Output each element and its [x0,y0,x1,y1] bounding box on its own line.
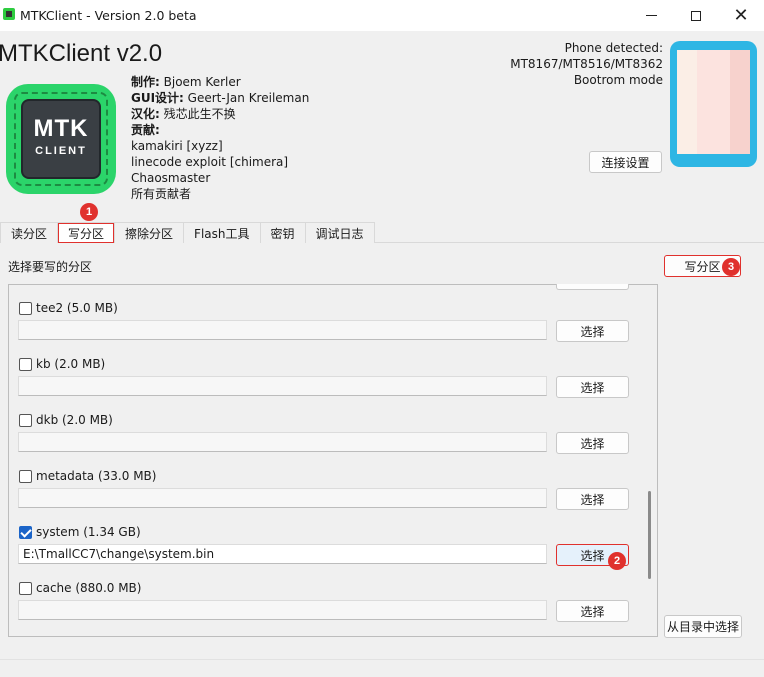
partition-path-input[interactable] [18,432,547,452]
phone-icon [670,41,757,167]
logo-text-client: CLIENT [35,145,87,157]
credit-line: Chaosmaster [131,171,211,185]
partition-path-input[interactable] [18,600,547,620]
partition-checkbox[interactable] [19,470,32,483]
partition-checkbox[interactable] [19,358,32,371]
partition-name: system (1.34 GB) [36,525,141,539]
partition-name: dkb (2.0 MB) [36,413,113,427]
partition-path-input[interactable] [18,320,547,340]
partition-row: system (1.34 GB) E:\TmallCC7\change\syst… [9,525,649,582]
app-icon [3,8,15,20]
partition-name: metadata (33.0 MB) [36,469,157,483]
maximize-button[interactable] [673,0,719,31]
partition-checkbox[interactable] [19,302,32,315]
minimize-icon [645,15,657,16]
logo-chip: MTK CLIENT [23,101,99,177]
tab-keys[interactable]: 密钥 [259,222,306,243]
select-partition-label: 选择要写的分区 [8,260,93,274]
select-file-button[interactable]: 选择 [556,376,629,398]
credit-line: 贡献: [131,123,160,137]
tab-read-partition[interactable]: 读分区 [0,222,59,243]
partition-path-input[interactable] [18,376,547,396]
partition-name: tee2 (5.0 MB) [36,301,118,315]
scrollbar-thumb[interactable] [648,491,651,579]
annotation-badge: 2 [608,552,626,570]
credit-line: 汉化: 残芯此生不换 [131,107,236,121]
select-file-button[interactable]: 选择 [556,488,629,510]
credit-line: 制作: Bjoem Kerler [131,75,241,89]
close-icon: ✕ [733,4,749,26]
credits-list: 制作: Bjoem Kerler GUI设计: Geert-Jan Kreile… [131,74,309,202]
phone-detected-label: Phone detected: [564,41,663,55]
annotation-badge: 3 [722,258,740,276]
connect-settings-button[interactable]: 连接设置 [589,151,662,173]
select-file-button[interactable]: 选择 [556,320,629,342]
partition-checkbox[interactable] [19,414,32,427]
credit-line: linecode exploit [chimera] [131,155,289,169]
device-mode: Bootrom mode [573,73,663,87]
minimize-button[interactable] [628,0,674,31]
annotation-badge: 1 [80,203,98,221]
partition-path-input[interactable] [18,488,547,508]
partition-row: metadata (33.0 MB) 选择 [9,469,649,526]
partition-path-input[interactable]: E:\TmallCC7\change\system.bin [18,544,547,564]
select-from-directory-button[interactable]: 从目录中选择 [664,615,742,638]
close-button[interactable]: ✕ [718,0,764,31]
credit-line: GUI设计: Geert-Jan Kreileman [131,91,310,105]
partition-name: cache (880.0 MB) [36,581,142,595]
device-status: Phone detected: MT8167/MT8516/MT8362 Boo… [510,40,663,88]
partition-checkbox[interactable] [19,582,32,595]
chip-models: MT8167/MT8516/MT8362 [510,57,663,71]
select-button-partial[interactable] [556,284,629,290]
partition-row: tee2 (5.0 MB) 选择 [9,301,649,358]
app-title: MTKClient v2.0 [0,40,163,67]
mtk-client-logo: MTK CLIENT [6,84,116,194]
tab-bar: 读分区 写分区 擦除分区 Flash工具 密钥 调试日志 [0,222,375,244]
tab-write-partition[interactable]: 写分区 [57,222,116,244]
credit-line: 所有贡献者 [131,187,192,201]
partition-row: kb (2.0 MB) 选择 [9,357,649,414]
status-bar [0,659,764,677]
partition-checkbox-checked[interactable] [19,526,32,539]
logo-text-mtk: MTK [33,115,89,142]
partition-name: kb (2.0 MB) [36,357,106,371]
partition-row: cache (880.0 MB) 选择 [9,581,649,638]
select-file-button[interactable]: 选择 [556,600,629,622]
tab-debug-log[interactable]: 调试日志 [304,222,375,243]
title-bar: MTKClient - Version 2.0 beta ✕ [0,0,764,31]
window-title: MTKClient - Version 2.0 beta [20,8,197,23]
tab-flash-tools[interactable]: Flash工具 [183,222,261,243]
credit-line: kamakiri [xyzz] [131,139,223,153]
tab-erase-partition[interactable]: 擦除分区 [114,222,185,243]
select-file-button[interactable]: 选择 [556,432,629,454]
maximize-icon [691,10,701,21]
partition-row: dkb (2.0 MB) 选择 [9,413,649,470]
